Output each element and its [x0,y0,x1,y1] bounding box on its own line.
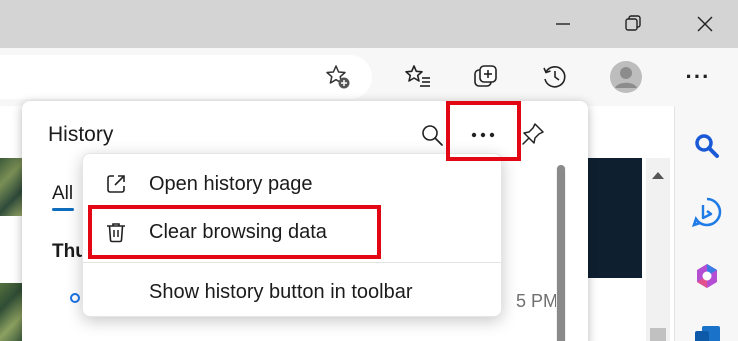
open-external-icon [103,171,129,197]
settings-more-button[interactable]: ··· [680,59,716,95]
scroll-up-arrow-icon[interactable] [652,172,664,179]
browser-toolbar: ··· [0,48,738,106]
pin-icon [522,123,544,145]
minimize-icon [556,23,570,25]
favorite-add-icon [326,65,350,89]
minimize-button[interactable] [540,0,586,48]
favorites-button[interactable] [400,59,436,95]
add-favorite-button[interactable] [320,59,356,95]
menu-item-show-history-button[interactable]: Show history button in toolbar [83,267,503,317]
favorites-icon [405,65,430,87]
sidebar-bing-button[interactable] [689,194,725,230]
pin-history-button[interactable] [516,117,550,151]
scrollbar-thumb[interactable] [650,328,666,341]
bing-icon [691,197,722,228]
page-image-thumbnail [0,158,24,216]
menu-item-label: Open history page [149,172,313,195]
restore-button[interactable] [610,0,656,48]
highlight-more-options [446,101,521,161]
history-button[interactable] [537,59,573,95]
page-scrollbar[interactable] [646,158,670,341]
title-bar [0,0,738,48]
history-icon [543,66,566,88]
history-search-button[interactable] [415,118,449,152]
restore-icon [625,15,641,31]
menu-divider [83,262,503,263]
collections-button[interactable] [468,59,504,95]
tab-all-indicator [52,208,74,211]
close-icon [697,16,713,32]
edge-sidebar [674,106,738,341]
menu-item-open-history-page[interactable]: Open history page [83,159,503,209]
more-icon: ··· [685,64,711,89]
history-title: History [48,123,114,146]
page-image-dark [586,158,642,278]
highlight-clear-browsing-data [88,205,381,259]
search-icon [422,125,443,146]
sidebar-copilot-button[interactable] [689,258,725,294]
page-image-thumbnail [0,283,24,341]
sidebar-outlook-button[interactable] [689,318,725,341]
profile-icon [610,61,642,93]
history-entry-favicon-icon [70,293,80,303]
collections-icon [474,65,497,87]
search-icon [695,134,719,158]
profile-button[interactable] [608,59,644,95]
history-entry-time: 5 PM [516,291,559,311]
tab-all[interactable]: All [52,183,73,205]
menu-item-label: Show history button in toolbar [149,280,413,303]
copilot-icon [697,264,717,288]
address-bar[interactable] [0,55,372,99]
sidebar-search-button[interactable] [689,128,725,164]
close-button[interactable] [682,0,728,48]
history-scrollbar[interactable] [556,165,566,341]
history-scrollbar-thumb[interactable] [557,165,565,341]
outlook-icon [695,326,720,341]
